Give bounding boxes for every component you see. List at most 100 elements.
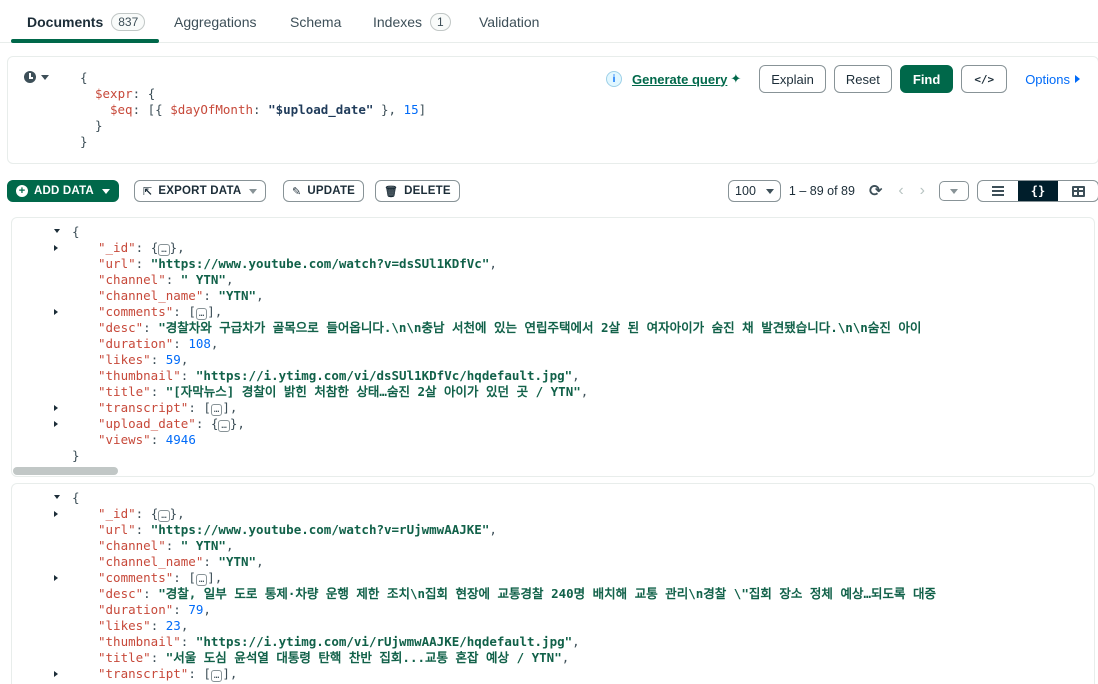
expand-ellipsis-button[interactable]: … xyxy=(195,308,208,320)
query-line: } xyxy=(80,118,426,134)
find-button[interactable]: Find xyxy=(899,65,954,93)
expand-triangle-icon[interactable] xyxy=(54,671,58,677)
field-text: "transcript": […], xyxy=(98,666,237,682)
field-text: "thumbnail": "https://i.ytimg.com/vi/dsS… xyxy=(98,368,580,384)
options-toggle[interactable]: Options xyxy=(1025,72,1080,87)
document-card: {"_id": {…}, "url": "https://www.youtube.… xyxy=(11,483,1095,684)
table-view-button[interactable] xyxy=(1058,181,1098,201)
expand-triangle-icon[interactable] xyxy=(54,245,58,251)
field-value: "YTN" xyxy=(218,288,257,303)
pencil-icon: ✎ xyxy=(292,185,302,198)
tab-schema[interactable]: Schema xyxy=(290,0,341,43)
document-field-row: "transcript": […], xyxy=(12,666,1094,682)
expand-ellipsis-button[interactable]: … xyxy=(158,510,170,522)
field-value: "https://i.ytimg.com/vi/rUjwmwAAJKE/hqde… xyxy=(195,634,573,649)
field-value: : xyxy=(150,384,166,399)
add-data-button[interactable]: + ADD DATA xyxy=(7,180,119,202)
field-key: "upload_date" xyxy=(98,416,196,431)
list-icon xyxy=(992,186,1004,196)
expand-triangle-icon[interactable] xyxy=(54,309,58,315)
document-field-row: "desc": "경찰, 일부 도로 통제·차량 운행 제한 조치\n집회 현장… xyxy=(12,586,1094,602)
pagination: 100 1 – 89 of 89 ⟳ ‹ › {} xyxy=(728,179,1098,203)
export-code-button[interactable]: </> xyxy=(961,65,1008,93)
expand-ellipsis-button[interactable]: … xyxy=(210,670,223,682)
collapse-triangle-icon[interactable] xyxy=(54,495,60,499)
document-field-row: "channel": " YTN", xyxy=(12,272,1094,288)
document-card: {"_id": {…}, "url": "https://www.youtube.… xyxy=(11,217,1095,477)
field-value: ], xyxy=(207,570,223,585)
list-view-button[interactable] xyxy=(978,181,1018,201)
page-size-select[interactable]: 100 xyxy=(728,180,781,202)
update-button[interactable]: ✎ UPDATE xyxy=(283,180,365,202)
export-icon: ⇱ xyxy=(143,185,153,198)
json-view-button[interactable]: {} xyxy=(1018,181,1058,201)
field-value: "YTN" xyxy=(218,554,257,569)
tab-indexes[interactable]: Indexes 1 xyxy=(373,0,451,43)
query-line: $eq: [{ $dayOfMonth: "$upload_date" }, 1… xyxy=(80,102,426,118)
add-data-label: ADD DATA xyxy=(34,185,94,197)
tab-validation-label: Validation xyxy=(479,13,540,30)
document-field-row: "channel_name": "YTN", xyxy=(12,554,1094,570)
horizontal-scrollbar[interactable] xyxy=(13,467,118,475)
field-key: "transcript" xyxy=(98,666,189,681)
tab-validation[interactable]: Validation xyxy=(479,0,539,43)
expand-triangle-icon[interactable] xyxy=(54,575,58,581)
view-toggle: {} xyxy=(977,180,1098,202)
collapse-triangle-icon[interactable] xyxy=(54,229,60,233)
document-field-row: "views": 4946 xyxy=(12,432,1094,448)
query-token: "$upload_date" xyxy=(268,102,374,117)
query-token: } xyxy=(80,134,88,149)
field-value: : { xyxy=(135,506,159,521)
tab-aggregations[interactable]: Aggregations xyxy=(174,0,257,43)
field-value: "경찰차와 구급차가 골목으로 들어옵니다.\n\n충남 서천에 있는 연립주택… xyxy=(158,320,922,335)
trash-icon: 🗑 xyxy=(384,185,399,198)
document-field-row: "thumbnail": "https://i.ytimg.com/vi/rUj… xyxy=(12,634,1094,650)
table-icon xyxy=(1071,185,1085,197)
field-value: 108 xyxy=(188,336,211,351)
field-value: : xyxy=(173,602,189,617)
refresh-icon[interactable]: ⟳ xyxy=(869,181,882,201)
field-value: : { xyxy=(195,416,219,431)
expand-triangle-icon[interactable] xyxy=(54,511,58,517)
field-value: { xyxy=(72,224,80,239)
field-value: , xyxy=(225,538,234,553)
field-key: "channel_name" xyxy=(98,288,204,303)
chevron-left-icon[interactable]: ‹ xyxy=(898,182,903,200)
lightbulb-icon: i xyxy=(605,71,622,87)
field-text: "_id": {…}, xyxy=(98,240,185,256)
export-data-button[interactable]: ⇱ EXPORT DATA xyxy=(134,180,267,202)
field-value: : { xyxy=(135,240,159,255)
tab-documents[interactable]: Documents 837 xyxy=(27,0,146,43)
delete-button[interactable]: 🗑 DELETE xyxy=(375,180,460,202)
field-key: "thumbnail" xyxy=(98,634,181,649)
field-value: ], xyxy=(207,304,223,319)
tab-bar: Documents 837 Aggregations Schema Indexe… xyxy=(0,0,1098,43)
expand-ellipsis-button[interactable]: … xyxy=(195,574,208,586)
field-key: "url" xyxy=(98,522,136,537)
field-value: " YTN" xyxy=(180,538,226,553)
expand-ellipsis-button[interactable]: … xyxy=(210,404,223,416)
field-text: "_id": {…}, xyxy=(98,506,185,522)
reset-button[interactable]: Reset xyxy=(833,65,892,93)
field-key: "_id" xyxy=(98,506,136,521)
expand-ellipsis-button[interactable]: … xyxy=(158,244,170,256)
explain-button[interactable]: Explain xyxy=(759,65,826,93)
field-text: "desc": "경찰차와 구급차가 골목으로 들어옵니다.\n\n충남 서천에… xyxy=(98,320,921,336)
page-size-value: 100 xyxy=(735,184,756,198)
caret-down-icon xyxy=(950,188,958,194)
query-editor[interactable]: {$expr: {$eq: [{ $dayOfMonth: "$upload_d… xyxy=(80,70,426,150)
expand-ellipsis-button[interactable]: … xyxy=(218,420,230,432)
document-field-row: "thumbnail": "https://i.ytimg.com/vi/dsS… xyxy=(12,368,1094,384)
field-value: , xyxy=(489,256,497,271)
field-text: "duration": 108, xyxy=(98,336,218,352)
query-line: $expr: { xyxy=(80,86,426,102)
view-options-select[interactable] xyxy=(939,181,969,201)
document-field-row: "upload_date": {…}, xyxy=(12,416,1094,432)
field-text: "comments": […], xyxy=(98,570,222,586)
document-json: {"_id": {…}, "url": "https://www.youtube.… xyxy=(12,224,1094,464)
expand-triangle-icon[interactable] xyxy=(54,421,58,427)
generate-query-link[interactable]: i Generate query ✦ xyxy=(605,71,741,87)
query-history-button[interactable] xyxy=(24,71,49,83)
expand-triangle-icon[interactable] xyxy=(54,405,58,411)
chevron-right-icon[interactable]: › xyxy=(920,182,925,200)
